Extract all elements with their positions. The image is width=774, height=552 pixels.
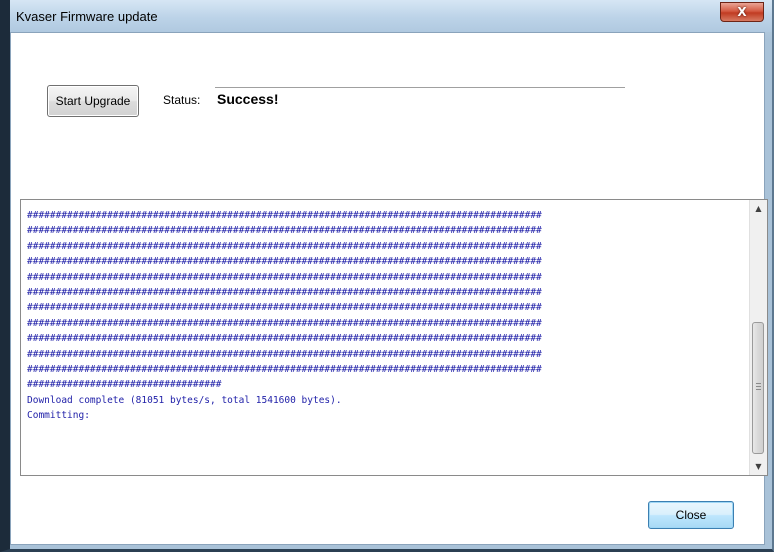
log-line: ################################## bbox=[27, 379, 222, 391]
window-title: Kvaser Firmware update bbox=[16, 9, 158, 24]
dialog-client-area: Start Upgrade Status: Success! #########… bbox=[10, 32, 768, 545]
window-close-button[interactable]: X bbox=[720, 2, 764, 22]
status-value: Success! bbox=[215, 87, 625, 110]
scroll-thumb[interactable] bbox=[752, 322, 764, 454]
status-label: Status: bbox=[163, 93, 201, 107]
close-button[interactable]: Close bbox=[648, 501, 734, 529]
grip-icon bbox=[756, 383, 761, 390]
log-line: ########################################… bbox=[27, 210, 542, 221]
footer-panel: Close bbox=[11, 476, 764, 544]
title-bar[interactable]: Kvaser Firmware update X bbox=[10, 0, 772, 32]
log-line: ########################################… bbox=[27, 225, 542, 237]
log-line: ########################################… bbox=[27, 348, 542, 360]
firmware-update-window: Kvaser Firmware update X Start Upgrade S… bbox=[0, 0, 774, 552]
log-output[interactable]: ########################################… bbox=[20, 199, 768, 476]
log-line: ########################################… bbox=[27, 256, 542, 268]
scroll-down-icon[interactable]: ▼ bbox=[750, 458, 767, 475]
controls-panel: Start Upgrade Status: Success! bbox=[11, 33, 764, 199]
log-line: ########################################… bbox=[27, 363, 542, 375]
log-line: ########################################… bbox=[27, 302, 542, 314]
log-line: Download complete (81051 bytes/s, total … bbox=[27, 394, 342, 406]
start-upgrade-button[interactable]: Start Upgrade bbox=[47, 85, 139, 117]
log-line: ########################################… bbox=[27, 317, 542, 329]
log-line: ########################################… bbox=[27, 333, 542, 345]
log-scrollbar[interactable]: ▲ ▼ bbox=[749, 200, 767, 475]
log-line: Committing: bbox=[27, 410, 90, 422]
log-line: ########################################… bbox=[27, 240, 542, 252]
scroll-up-icon[interactable]: ▲ bbox=[750, 200, 767, 217]
log-line: ########################################… bbox=[27, 286, 542, 298]
log-line: ########################################… bbox=[27, 271, 542, 283]
log-text: ########################################… bbox=[27, 208, 745, 423]
